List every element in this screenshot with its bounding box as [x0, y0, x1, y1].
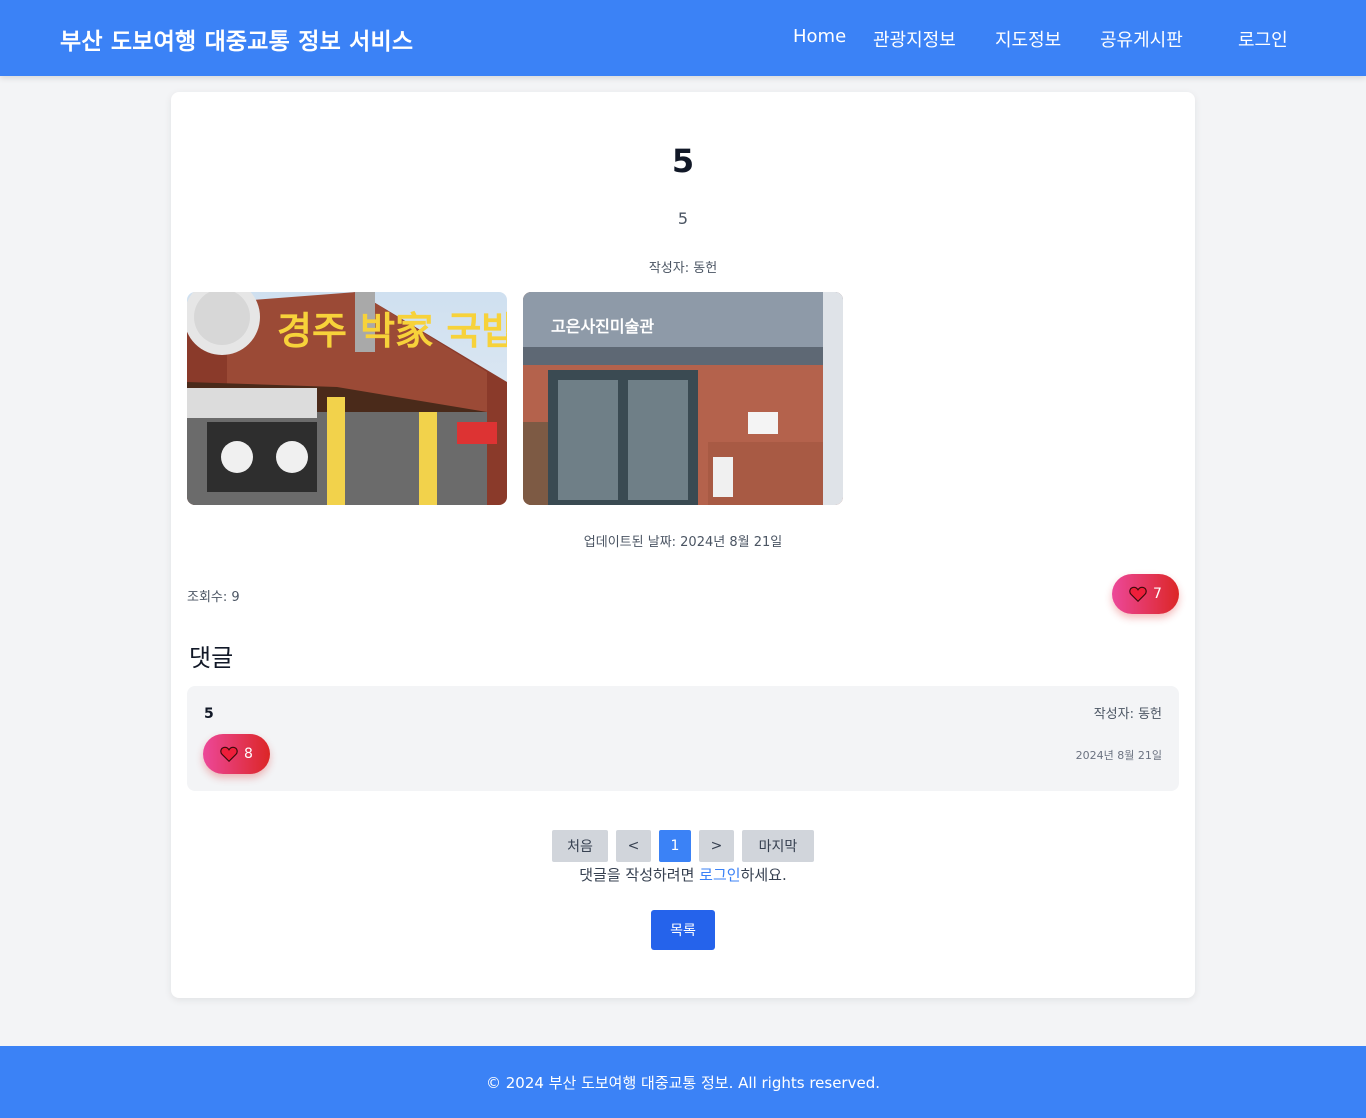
post-like-button[interactable]: 7 — [1112, 574, 1179, 614]
footer-copyright: © 2024 부산 도보여행 대중교통 정보. All rights reser… — [485, 1073, 880, 1092]
post-view-count: 조회수: 9 — [187, 590, 240, 605]
nav-map[interactable]: 지도정보 — [995, 26, 1061, 52]
pagination-next-button[interactable]: > — [699, 830, 734, 862]
heart-icon — [220, 746, 238, 762]
comment-like-button[interactable]: 8 — [203, 734, 270, 774]
back-to-list-button[interactable]: 목록 — [651, 910, 715, 950]
comment-item: 5 작성자: 동헌 2024년 8월 21일 — [187, 686, 1179, 791]
comment-text: 5 — [204, 706, 214, 722]
pagination-page-1[interactable]: 1 — [659, 830, 691, 862]
post-like-count: 7 — [1153, 586, 1162, 602]
post-author: 작성자: 동헌 — [648, 261, 718, 276]
post-updated-date: 업데이트된 날짜: 2024년 8월 21일 — [583, 535, 783, 550]
gallery-entrance-photo-icon: 고은사진미술관 — [523, 292, 843, 505]
comment-date: 2024년 8월 21일 — [1075, 749, 1162, 762]
login-link[interactable]: 로그인 — [699, 866, 740, 884]
pagination-prev-button[interactable]: < — [616, 830, 651, 862]
restaurant-storefront-photo-icon: 경주 박家 국밥 — [187, 292, 507, 505]
sign-text: 경주 박家 국밥 — [277, 309, 507, 353]
site-brand[interactable]: 부산 도보여행 대중교통 정보 서비스 — [60, 22, 413, 56]
pagination-last-button[interactable]: 마지막 — [742, 830, 814, 862]
nav-login[interactable]: 로그인 — [1238, 26, 1288, 52]
pagination-first-button[interactable]: 처음 — [552, 830, 608, 862]
login-notice: 댓글을 작성하려면 로그인하세요. — [0, 864, 1366, 885]
comment-author: 작성자: 동헌 — [1093, 707, 1162, 722]
post-image-gallery[interactable]: 고은사진미술관 — [523, 292, 843, 505]
post-title: 5 — [671, 142, 695, 180]
post-body: 5 — [677, 209, 689, 228]
post-image-restaurant[interactable]: 경주 박家 국밥 — [187, 292, 507, 505]
nav-board[interactable]: 공유게시판 — [1100, 26, 1183, 52]
sign-text: 고은사진미술관 — [551, 317, 654, 336]
top-navbar: 부산 도보여행 대중교통 정보 서비스 Home 관광지정보 지도정보 공유게시… — [0, 0, 1366, 76]
login-notice-suffix: 하세요. — [740, 866, 787, 884]
nav-home[interactable]: Home — [793, 26, 846, 47]
comments-heading: 댓글 — [189, 644, 234, 672]
nav-attractions[interactable]: 관광지정보 — [873, 26, 956, 52]
login-notice-prefix: 댓글을 작성하려면 — [579, 866, 700, 884]
footer: © 2024 부산 도보여행 대중교통 정보. All rights reser… — [0, 1046, 1366, 1118]
heart-icon — [1129, 586, 1147, 602]
comment-like-count: 8 — [244, 746, 253, 762]
